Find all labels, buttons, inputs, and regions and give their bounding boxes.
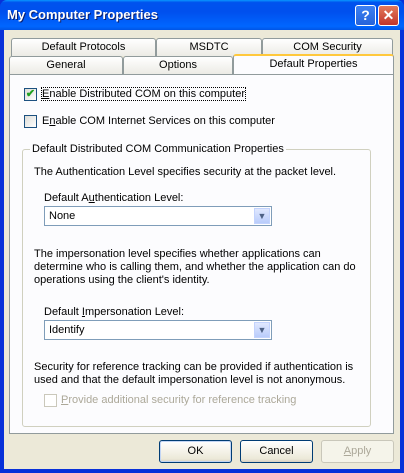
close-button[interactable]: ✕ <box>378 5 399 26</box>
tab-default-properties[interactable]: Default Properties <box>233 54 394 74</box>
tab-label: General <box>46 59 86 71</box>
help-button[interactable]: ? <box>355 5 376 26</box>
ok-button[interactable]: OK <box>159 440 232 463</box>
label-part: Default A <box>44 192 89 204</box>
enable-dcom-label[interactable]: Enable Distributed COM on this computer <box>41 87 246 101</box>
group-title: Default Distributed COM Communication Pr… <box>30 143 286 155</box>
auth-description: The Authentication Level specifies secur… <box>34 166 337 178</box>
reference-tracking-label[interactable]: Provide additional security for referenc… <box>61 394 296 406</box>
impersonation-level-value: Identify <box>49 324 85 336</box>
tab-label: MSDTC <box>189 41 229 53</box>
chevron-down-icon[interactable]: ▼ <box>254 208 270 224</box>
title-bar[interactable]: My Computer Properties ? ✕ <box>0 0 404 30</box>
label-part: able COM Internet Services on this compu… <box>55 115 275 127</box>
window-title: My Computer Properties <box>7 7 158 22</box>
button-label: pply <box>351 445 372 457</box>
close-icon: ✕ <box>382 7 395 23</box>
enable-dcom-checkbox[interactable]: ✔ <box>24 88 37 101</box>
tab-default-protocols[interactable]: Default Protocols <box>11 38 156 56</box>
label-part: thentication Level: <box>94 192 184 204</box>
enable-cis-label[interactable]: Enable COM Internet Services on this com… <box>42 115 275 127</box>
dialog-window: My Computer Properties ? ✕ Default Proto… <box>0 0 404 473</box>
reference-tracking-checkbox[interactable] <box>44 394 57 407</box>
tab-general[interactable]: General <box>9 56 123 74</box>
impersonation-level-label: Default Impersonation Level: <box>44 306 184 318</box>
reference-tracking-description: Security for reference tracking can be p… <box>34 361 354 386</box>
auth-level-label: Default Authentication Level: <box>44 192 183 204</box>
label-part: Default <box>44 306 82 318</box>
tab-label: COM Security <box>293 41 362 53</box>
label-part: mpersonation Level: <box>84 306 185 318</box>
help-icon: ? <box>361 7 370 23</box>
label-part: rovide additional security for reference… <box>68 394 297 406</box>
tab-label: Default Protocols <box>41 41 126 53</box>
apply-button[interactable]: Apply <box>321 440 394 463</box>
tab-options[interactable]: Options <box>123 56 233 74</box>
button-label: OK <box>187 445 204 457</box>
chevron-down-icon[interactable]: ▼ <box>254 322 270 338</box>
auth-level-value: None <box>49 210 76 222</box>
button-label: Cancel <box>259 445 294 457</box>
cancel-button[interactable]: Cancel <box>240 440 313 463</box>
mnemonic-letter: A <box>343 445 352 457</box>
impersonation-level-select[interactable]: Identify ▼ <box>44 320 272 340</box>
auth-level-select[interactable]: None ▼ <box>44 206 272 226</box>
tab-label: Default Properties <box>269 58 358 70</box>
enable-cis-checkbox[interactable] <box>24 115 37 128</box>
dialog-client-area: Default Protocols MSDTC COM Security Gen… <box>4 30 400 469</box>
checkmark-icon: ✔ <box>25 88 36 100</box>
label-part: nable Distributed COM on this computer <box>49 88 245 100</box>
tab-label: Options <box>159 59 197 71</box>
impersonation-description: The impersonation level specifies whethe… <box>34 248 356 286</box>
